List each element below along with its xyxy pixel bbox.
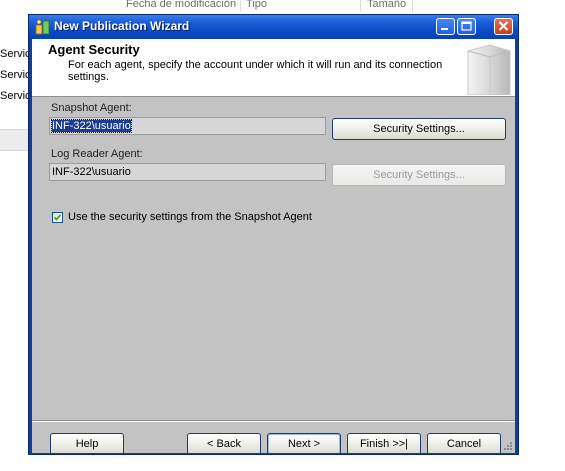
background-list-item[interactable]: Servic xyxy=(0,48,31,60)
next-button[interactable]: Next > xyxy=(267,433,341,453)
snapshot-agent-label: Snapshot Agent: xyxy=(51,102,132,114)
wizard-header: Agent Security For each agent, specify t… xyxy=(32,39,515,97)
wizard-header-graphic xyxy=(460,41,512,96)
minimize-button[interactable] xyxy=(436,18,455,35)
close-icon xyxy=(498,21,509,31)
close-button[interactable] xyxy=(494,18,513,35)
column-divider xyxy=(412,0,413,12)
background-list-item[interactable]: Servic xyxy=(0,90,31,102)
column-divider xyxy=(240,0,241,12)
help-button[interactable]: Help xyxy=(50,433,124,453)
column-header-date[interactable]: Fecha de modificación xyxy=(126,0,236,10)
background-column-header: Fecha de modificación Tipo Tamaño xyxy=(0,0,565,12)
background-scrollbar[interactable] xyxy=(0,129,30,151)
maximize-button[interactable] xyxy=(457,18,476,35)
checkmark-icon xyxy=(53,214,62,221)
page-title: Agent Security xyxy=(48,42,140,57)
maximize-icon xyxy=(461,21,472,31)
resize-grip-icon[interactable] xyxy=(503,441,513,451)
footer-divider xyxy=(32,420,515,421)
snapshot-agent-account-value: INF-322\usuario xyxy=(51,119,132,133)
finish-button[interactable]: Finish >>| xyxy=(347,433,421,453)
cancel-button[interactable]: Cancel xyxy=(427,433,501,453)
snapshot-agent-account-field[interactable]: INF-322\usuario xyxy=(49,117,326,135)
log-reader-agent-account-field[interactable]: INF-322\usuario xyxy=(49,163,326,181)
log-reader-agent-label: Log Reader Agent: xyxy=(51,148,143,160)
dialog-body: Agent Security For each agent, specify t… xyxy=(32,39,515,453)
column-header-type[interactable]: Tipo xyxy=(246,0,267,10)
page-description: For each agent, specify the account unde… xyxy=(68,59,443,83)
column-divider xyxy=(360,0,361,12)
wizard-app-icon xyxy=(35,19,51,35)
use-snapshot-settings-label[interactable]: Use the security settings from the Snaps… xyxy=(68,211,312,223)
minimize-icon xyxy=(441,28,448,30)
snapshot-security-settings-button[interactable]: Security Settings... xyxy=(332,118,506,140)
column-header-size[interactable]: Tamaño xyxy=(367,0,406,10)
log-reader-agent-account-value: INF-322\usuario xyxy=(52,166,131,178)
log-reader-security-settings-button[interactable]: Security Settings... xyxy=(332,164,506,186)
window-title: New Publication Wizard xyxy=(54,19,190,33)
background-list-item[interactable]: Servic xyxy=(0,69,31,81)
use-snapshot-settings-checkbox[interactable] xyxy=(52,212,63,223)
back-button[interactable]: < Back xyxy=(187,433,261,453)
wizard-dialog: New Publication Wizard Agent Security Fo… xyxy=(28,14,519,455)
title-bar[interactable]: New Publication Wizard xyxy=(29,15,518,39)
